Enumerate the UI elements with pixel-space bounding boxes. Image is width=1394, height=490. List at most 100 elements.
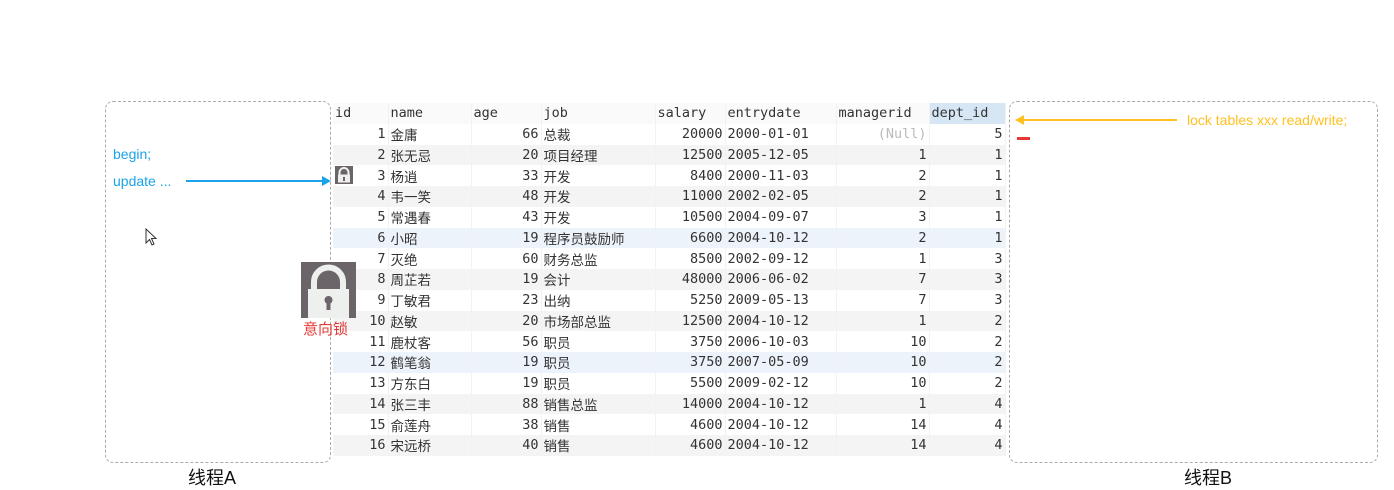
cell-managerid[interactable]: 10 xyxy=(836,372,930,394)
cell-managerid[interactable]: 7 xyxy=(836,289,930,311)
cell-salary[interactable]: 48000 xyxy=(655,269,726,290)
cell-dept-id[interactable]: 2 xyxy=(929,352,1006,373)
column-header-job[interactable]: job xyxy=(541,103,656,124)
cell-name[interactable]: 方东白 xyxy=(388,372,472,394)
cell-job[interactable]: 职员 xyxy=(541,372,656,394)
cell-age[interactable]: 20 xyxy=(471,144,542,166)
cell-name[interactable]: 鹿杖客 xyxy=(388,331,472,352)
cell-age[interactable]: 23 xyxy=(471,289,542,311)
cell-age[interactable]: 20 xyxy=(471,310,542,332)
cell-managerid[interactable]: 1 xyxy=(836,310,930,332)
cell-age[interactable]: 38 xyxy=(471,414,542,435)
cell-name[interactable]: 周芷若 xyxy=(388,269,472,290)
cell-salary[interactable]: 5250 xyxy=(655,289,726,311)
cell-age[interactable]: 19 xyxy=(471,269,542,290)
cell-dept-id[interactable]: 1 xyxy=(929,144,1006,166)
cell-salary[interactable]: 10500 xyxy=(655,206,726,228)
cell-dept-id[interactable]: 2 xyxy=(929,310,1006,332)
cell-managerid[interactable]: 10 xyxy=(836,352,930,373)
column-header-age[interactable]: age xyxy=(471,103,542,124)
cell-job[interactable]: 项目经理 xyxy=(541,144,656,166)
cell-id[interactable]: 15 xyxy=(333,414,389,435)
cell-name[interactable]: 丁敏君 xyxy=(388,289,472,311)
cell-dept-id[interactable]: 5 xyxy=(929,123,1006,145)
cell-entrydate[interactable]: 2007-05-09 xyxy=(725,352,837,373)
table-row[interactable]: 4 韦一笑 48 开发 11000 2002-02-05 2 1 xyxy=(333,186,1006,207)
table-row[interactable]: 9 丁敏君 23 出纳 5250 2009-05-13 7 3 xyxy=(333,289,1006,311)
cell-dept-id[interactable]: 4 xyxy=(929,393,1006,415)
cell-managerid[interactable]: 3 xyxy=(836,206,930,228)
column-header-name[interactable]: name xyxy=(388,103,472,124)
cell-id[interactable]: 13 xyxy=(333,372,389,394)
cell-name[interactable]: 赵敏 xyxy=(388,310,472,332)
cell-job[interactable]: 开发 xyxy=(541,165,656,186)
cell-salary[interactable]: 4600 xyxy=(655,435,726,456)
cell-age[interactable]: 48 xyxy=(471,186,542,207)
cell-id[interactable]: 16 xyxy=(333,435,389,456)
cell-id[interactable]: 4 xyxy=(333,186,389,207)
cell-name[interactable]: 俞莲舟 xyxy=(388,414,472,435)
cell-age[interactable]: 60 xyxy=(471,248,542,269)
cell-managerid[interactable]: 14 xyxy=(836,435,930,456)
cell-age[interactable]: 56 xyxy=(471,331,542,352)
table-row[interactable]: 2 张无忌 20 项目经理 12500 2005-12-05 1 1 xyxy=(333,144,1006,166)
cell-job[interactable]: 市场部总监 xyxy=(541,310,656,332)
cell-job[interactable]: 职员 xyxy=(541,352,656,373)
cell-name[interactable]: 杨逍 xyxy=(388,165,472,186)
cell-age[interactable]: 19 xyxy=(471,352,542,373)
cell-managerid[interactable]: 7 xyxy=(836,269,930,290)
table-row[interactable]: 14 张三丰 88 销售总监 14000 2004-10-12 1 4 xyxy=(333,393,1006,415)
cell-entrydate[interactable]: 2004-10-12 xyxy=(725,393,837,415)
cell-id[interactable]: 5 xyxy=(333,206,389,228)
table-row[interactable]: 13 方东白 19 职员 5500 2009-02-12 10 2 xyxy=(333,372,1006,394)
cell-salary[interactable]: 12500 xyxy=(655,144,726,166)
cell-job[interactable]: 开发 xyxy=(541,206,656,228)
table-row[interactable]: 8 周芷若 19 会计 48000 2006-06-02 7 3 xyxy=(333,269,1006,290)
cell-salary[interactable]: 11000 xyxy=(655,186,726,207)
column-header-entrydate[interactable]: entrydate xyxy=(725,103,837,124)
cell-managerid[interactable]: (Null) xyxy=(836,123,930,145)
cell-managerid[interactable]: 2 xyxy=(836,165,930,186)
table-row[interactable]: 6 小昭 19 程序员鼓励师 6600 2004-10-12 2 1 xyxy=(333,227,1006,249)
cell-entrydate[interactable]: 2002-09-12 xyxy=(725,248,837,269)
cell-age[interactable]: 19 xyxy=(471,372,542,394)
cell-job[interactable]: 总裁 xyxy=(541,123,656,145)
cell-job[interactable]: 会计 xyxy=(541,269,656,290)
cell-managerid[interactable]: 1 xyxy=(836,393,930,415)
cell-job[interactable]: 职员 xyxy=(541,331,656,352)
cell-dept-id[interactable]: 2 xyxy=(929,331,1006,352)
column-header-managerid[interactable]: managerid xyxy=(836,103,930,124)
cell-salary[interactable]: 5500 xyxy=(655,372,726,394)
cell-job[interactable]: 财务总监 xyxy=(541,248,656,269)
cell-name[interactable]: 宋远桥 xyxy=(388,435,472,456)
cell-entrydate[interactable]: 2000-01-01 xyxy=(725,123,837,145)
table-row[interactable]: 15 俞莲舟 38 销售 4600 2004-10-12 14 4 xyxy=(333,414,1006,435)
cell-dept-id[interactable]: 1 xyxy=(929,186,1006,207)
cell-dept-id[interactable]: 4 xyxy=(929,414,1006,435)
cell-managerid[interactable]: 2 xyxy=(836,186,930,207)
cell-salary[interactable]: 3750 xyxy=(655,352,726,373)
cell-entrydate[interactable]: 2002-02-05 xyxy=(725,186,837,207)
table-row[interactable]: 7 灭绝 60 财务总监 8500 2002-09-12 1 3 xyxy=(333,248,1006,269)
cell-name[interactable]: 灭绝 xyxy=(388,248,472,269)
cell-managerid[interactable]: 1 xyxy=(836,144,930,166)
cell-name[interactable]: 常遇春 xyxy=(388,206,472,228)
cell-dept-id[interactable]: 3 xyxy=(929,289,1006,311)
cell-entrydate[interactable]: 2004-10-12 xyxy=(725,227,837,249)
cell-salary[interactable]: 8400 xyxy=(655,165,726,186)
cell-entrydate[interactable]: 2004-10-12 xyxy=(725,310,837,332)
cell-dept-id[interactable]: 2 xyxy=(929,372,1006,394)
cell-age[interactable]: 43 xyxy=(471,206,542,228)
table-row[interactable]: 12 鹤笔翁 19 职员 3750 2007-05-09 10 2 xyxy=(333,352,1006,373)
cell-age[interactable]: 33 xyxy=(471,165,542,186)
cell-entrydate[interactable]: 2009-05-13 xyxy=(725,289,837,311)
cell-entrydate[interactable]: 2004-10-12 xyxy=(725,414,837,435)
cell-salary[interactable]: 3750 xyxy=(655,331,726,352)
cell-id[interactable]: 1 xyxy=(333,123,389,145)
cell-dept-id[interactable]: 1 xyxy=(929,206,1006,228)
cell-age[interactable]: 19 xyxy=(471,227,542,249)
cell-age[interactable]: 66 xyxy=(471,123,542,145)
cell-job[interactable]: 开发 xyxy=(541,186,656,207)
cell-entrydate[interactable]: 2009-02-12 xyxy=(725,372,837,394)
cell-dept-id[interactable]: 3 xyxy=(929,248,1006,269)
